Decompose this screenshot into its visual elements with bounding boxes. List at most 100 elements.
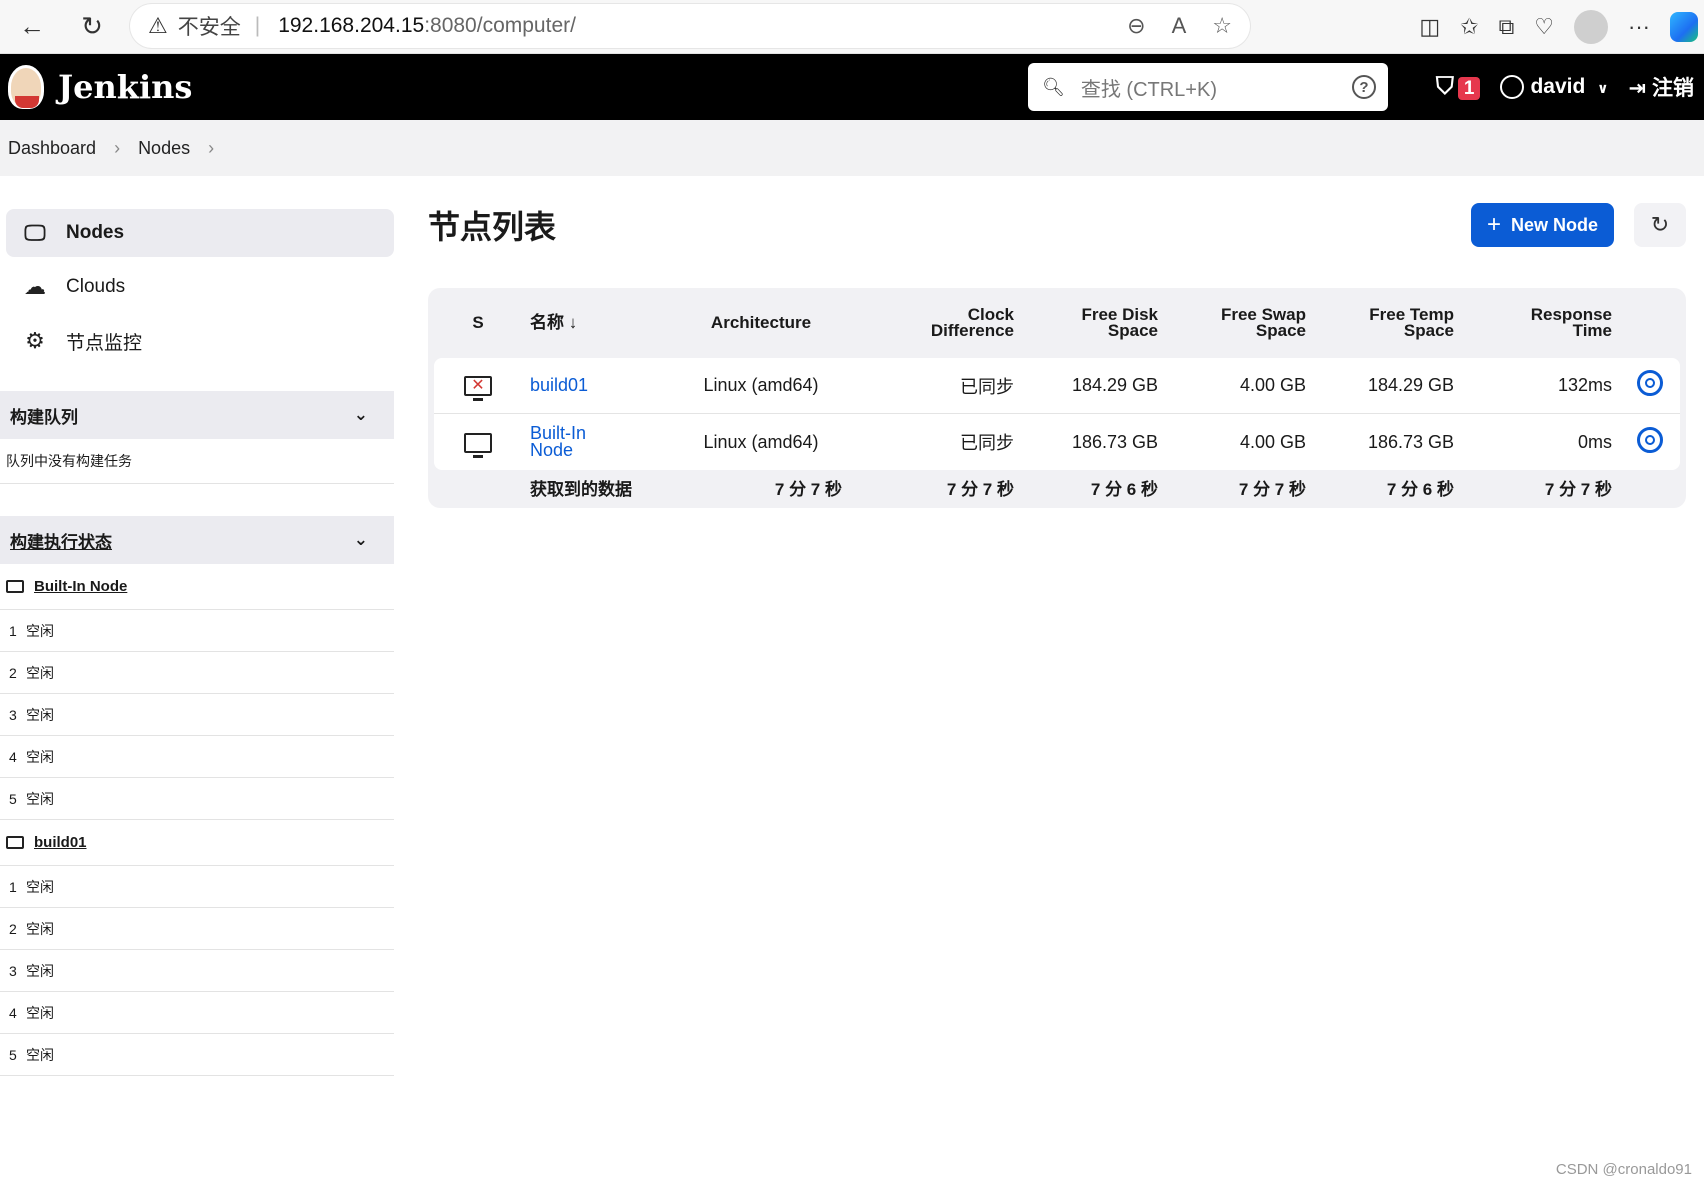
configure-gear-icon[interactable] xyxy=(1637,426,1663,453)
collections-icon[interactable]: ⧉ xyxy=(1499,14,1515,40)
column-header-label: Space xyxy=(1255,321,1306,340)
column-header-label: 名称 ↓ xyxy=(530,313,578,332)
executor-node-link[interactable]: build01 xyxy=(0,820,394,866)
copilot-icon[interactable] xyxy=(1670,12,1698,42)
cloud-icon: ☁ xyxy=(24,274,46,299)
favorite-star-icon[interactable]: ☆ xyxy=(1212,13,1232,39)
computer-icon xyxy=(464,432,492,458)
more-menu-icon[interactable]: ··· xyxy=(1628,14,1650,40)
executor-state: 空闲 xyxy=(26,664,54,681)
executor-node-link[interactable]: Built-In Node xyxy=(0,564,394,610)
refresh-button[interactable]: ↻ xyxy=(1634,203,1686,247)
sidebar-item-nodes[interactable]: 🖵 Nodes xyxy=(6,209,394,257)
zoom-out-icon[interactable]: ⊖ xyxy=(1127,13,1145,39)
profile-avatar[interactable] xyxy=(1574,10,1609,44)
configure-cell xyxy=(1620,414,1680,470)
footer-empty-cell xyxy=(1620,470,1680,504)
footer-empty-cell xyxy=(434,470,522,504)
table-row: ✕ build01 Linux (amd64) 已同步 184.29 GB 4.… xyxy=(434,358,1680,414)
address-bar[interactable]: ⚠ 不安全 | 192.168.204.15:8080/computer/ ⊖ … xyxy=(130,4,1250,48)
footer-arch: 7 分 7 秒 xyxy=(774,479,842,499)
table-row: Built-In Node Linux (amd64) 已同步 186.73 GB… xyxy=(434,414,1680,470)
executor-state: 空闲 xyxy=(26,790,54,807)
executor-number: 1 xyxy=(9,622,17,639)
build-queue-header[interactable]: 构建队列 ⌄ xyxy=(0,391,394,439)
help-icon[interactable]: ? xyxy=(1352,75,1376,99)
executor-status-title[interactable]: 构建执行状态 xyxy=(10,528,112,553)
configure-gear-icon[interactable] xyxy=(1637,370,1663,396)
warning-icon: ⚠ xyxy=(148,13,168,38)
column-header-free-disk[interactable]: Free Disk Space xyxy=(1022,288,1166,358)
executor-node-name: Built-In Node xyxy=(34,578,128,595)
breadcrumb-nodes[interactable]: Nodes xyxy=(138,138,190,159)
column-header-label: Space xyxy=(1403,321,1454,340)
footer-label: 获取到的数据 xyxy=(530,479,632,499)
executor-status-header[interactable]: 构建执行状态 ⌄ xyxy=(0,516,394,564)
chevron-right-icon[interactable]: › xyxy=(208,138,214,159)
breadcrumb-dashboard[interactable]: Dashboard xyxy=(8,138,96,159)
node-name-part: Node xyxy=(530,440,574,460)
response-cell: 132ms xyxy=(1462,358,1620,414)
user-icon xyxy=(1500,75,1525,100)
footer-resp: 7 分 7 秒 xyxy=(1544,479,1612,499)
user-menu[interactable]: david ∨ xyxy=(1500,75,1609,100)
chevron-right-icon: › xyxy=(114,137,121,158)
security-alert[interactable]: ⛉ 1 xyxy=(1436,73,1481,101)
sidebar-item-node-monitor[interactable]: ⚙ 节点监控 xyxy=(6,317,394,365)
swap-cell: 4.00 GB xyxy=(1166,358,1314,414)
search-box[interactable]: 🔍︎ 查找 (CTRL+K) ? xyxy=(1028,63,1388,111)
browser-toolbar: ← ↻ ⚠ 不安全 | 192.168.204.15:8080/computer… xyxy=(0,0,1704,54)
security-badge: 1 xyxy=(1457,77,1481,100)
insecure-label: 不安全 xyxy=(177,16,241,39)
temp-cell: 186.73 GB xyxy=(1314,414,1462,470)
node-link-build01[interactable]: build01 xyxy=(530,375,588,395)
executor-number: 4 xyxy=(9,748,17,765)
executor-row: 3 空闲 xyxy=(0,950,394,992)
chevron-down-icon[interactable]: ⌄ xyxy=(354,405,368,425)
reload-icon[interactable]: ↻ xyxy=(70,7,114,47)
sidebar-item-clouds[interactable]: ☁ Clouds xyxy=(6,263,394,311)
executor-row: 1 空闲 xyxy=(0,610,394,652)
jenkins-logo[interactable]: Jenkins xyxy=(8,65,192,109)
read-aloud-icon[interactable]: A xyxy=(1172,13,1187,39)
executor-row: 5 空闲 xyxy=(0,1034,394,1076)
executor-state: 空闲 xyxy=(26,878,54,895)
split-screen-icon[interactable]: ◫ xyxy=(1419,14,1440,40)
column-header-free-temp[interactable]: Free Temp Space xyxy=(1314,288,1462,358)
new-node-button[interactable]: + New Node xyxy=(1470,203,1614,247)
logout-icon: ⇥ xyxy=(1628,77,1647,100)
monitor-icon xyxy=(6,836,24,849)
sidebar-item-label: 节点监控 xyxy=(66,332,143,354)
executor-state: 空闲 xyxy=(26,1004,54,1021)
node-status-cell xyxy=(434,414,522,470)
executor-row: 5 空闲 xyxy=(0,778,394,820)
disk-cell: 184.29 GB xyxy=(1022,358,1166,414)
architecture-cell: Linux (amd64) xyxy=(672,358,850,414)
executor-state: 空闲 xyxy=(26,920,54,937)
column-header-free-swap[interactable]: Free Swap Space xyxy=(1166,288,1314,358)
nodes-table: S 名称 ↓ Architecture Clock Difference Free… xyxy=(428,288,1686,508)
column-header-status[interactable]: S xyxy=(434,288,522,358)
executor-number: 2 xyxy=(9,920,17,937)
plus-icon: + xyxy=(1486,211,1501,238)
url-separator: | xyxy=(254,14,261,37)
executor-state: 空闲 xyxy=(26,962,54,979)
back-icon[interactable]: ← xyxy=(10,7,54,47)
sidebar-item-label: Nodes xyxy=(66,222,125,243)
page-title: 节点列表 xyxy=(428,209,557,245)
node-link-built-in[interactable]: Built-In Node xyxy=(530,423,586,460)
response-cell: 0ms xyxy=(1462,414,1620,470)
watermark: CSDN @cronaldo91 xyxy=(1555,1161,1692,1178)
sidebar: 🖵 Nodes ☁ Clouds ⚙ 节点监控 构建队列 ⌄ 队列中没有构建任务… xyxy=(0,176,394,1076)
browser-health-icon[interactable]: ♡ xyxy=(1534,14,1554,40)
column-header-name[interactable]: 名称 ↓ xyxy=(522,288,672,358)
table-footer-row: 获取到的数据 7 分 7 秒 7 分 7 秒 7 分 6 秒 7 分 7 秒 7… xyxy=(434,470,1680,504)
url-path: :8080/computer/ xyxy=(424,14,576,37)
gear-icon: ⚙ xyxy=(25,328,45,353)
chevron-down-icon[interactable]: ⌄ xyxy=(354,530,368,550)
column-header-clock-difference[interactable]: Clock Difference xyxy=(850,288,1022,358)
column-header-architecture[interactable]: Architecture xyxy=(672,288,850,358)
column-header-response-time[interactable]: Response Time xyxy=(1462,288,1620,358)
logout-link[interactable]: ⇥ 注销 xyxy=(1629,72,1694,102)
favorites-icon[interactable]: ✩ xyxy=(1460,14,1478,40)
